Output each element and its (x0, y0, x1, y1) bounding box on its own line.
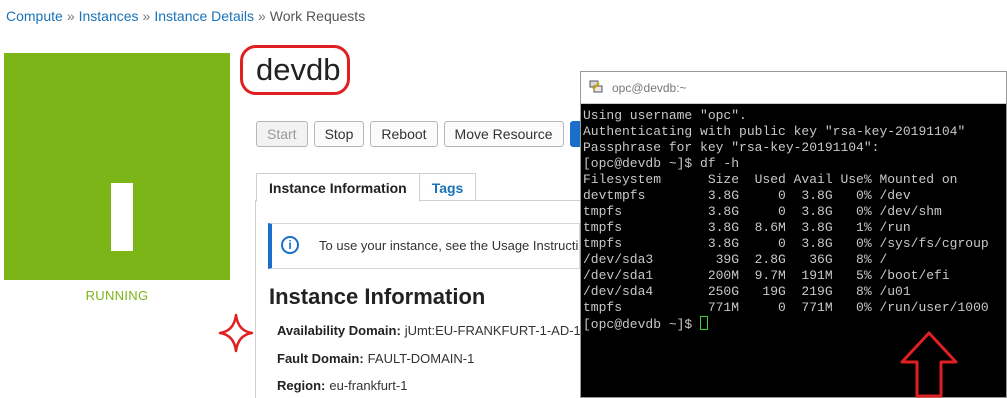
usage-info-banner: i To use your instance, see the Usage In… (268, 223, 580, 269)
breadcrumb-separator: » (66, 8, 75, 24)
breadcrumb-separator: » (142, 8, 151, 24)
tab-tags[interactable]: Tags (418, 173, 477, 201)
region-field: Region: eu-frankfurt-1 (277, 378, 407, 393)
page-title: devdb (256, 52, 341, 87)
annotation-star-icon (218, 313, 254, 353)
terminal-line: tmpfs 771M 0 771M 0% /run/user/1000 (583, 300, 989, 315)
terminal-line: /dev/sda4 250G 19G 219G 8% /u01 (583, 284, 911, 299)
info-icon: i (281, 236, 299, 254)
start-button[interactable]: Start (256, 121, 308, 147)
terminal-titlebar[interactable]: opc@devdb:~ (581, 72, 1006, 104)
instance-status-tile (4, 53, 230, 280)
terminal-line: tmpfs 3.8G 0 3.8G 0% /sys/fs/cgroup (583, 236, 989, 251)
terminal-line: devtmpfs 3.8G 0 3.8G 0% /dev (583, 188, 911, 203)
info-banner-text: To use your instance, see the Usage Inst… (319, 238, 580, 253)
availability-domain-label: Availability Domain: (277, 323, 401, 338)
terminal-line: tmpfs 3.8G 0 3.8G 0% /dev/shm (583, 204, 942, 219)
breadcrumb: Compute» Instances» Instance Details» Work … (6, 8, 365, 24)
terminal-prompt: [opc@devdb ~]$ (583, 317, 701, 332)
terminal-line: Passphrase for key "rsa-key-20191104": (583, 140, 880, 155)
fault-domain-field: Fault Domain: FAULT-DOMAIN-1 (277, 351, 474, 366)
breadcrumb-separator: » (257, 8, 266, 24)
detail-tabs: Instance Information Tags (256, 173, 477, 202)
availability-domain-field: Availability Domain: jUmt:EU-FRANKFURT-1-… (277, 323, 581, 338)
breadcrumb-instances[interactable]: Instances (79, 8, 139, 24)
fault-domain-label: Fault Domain: (277, 351, 364, 366)
move-resource-button[interactable]: Move Resource (443, 121, 564, 147)
terminal-line: [opc@devdb ~]$ df -h (583, 156, 740, 171)
terminal-title: opc@devdb:~ (612, 81, 687, 95)
terminal-line: Using username "opc". (583, 108, 747, 123)
tab-instance-information[interactable]: Instance Information (256, 173, 420, 202)
breadcrumb-instance-details[interactable]: Instance Details (154, 8, 254, 24)
region-label: Region: (277, 378, 326, 393)
section-title: Instance Information (269, 284, 486, 309)
reboot-button[interactable]: Reboot (370, 121, 438, 147)
terminal-line: /dev/sda3 39G 2.8G 36G 8% / (583, 252, 888, 267)
stop-button[interactable]: Stop (313, 121, 365, 147)
fault-domain-value: FAULT-DOMAIN-1 (367, 351, 475, 366)
annotation-arrow-up-icon (900, 331, 958, 398)
instance-status-label: RUNNING (85, 288, 149, 303)
breadcrumb-current: Work Requests (269, 8, 366, 24)
putty-icon (589, 80, 603, 93)
terminal-line: Filesystem Size Used Avail Use% Mounted … (583, 172, 958, 187)
availability-domain-value: jUmt:EU-FRANKFURT-1-AD-1 (404, 323, 581, 338)
terminal-line: tmpfs 3.8G 8.6M 3.8G 1% /run (583, 220, 911, 235)
action-toolbar: Start Stop Reboot Move Resource Apply (256, 121, 627, 147)
instance-icon (111, 183, 133, 251)
terminal-line: /dev/sda1 200M 9.7M 191M 5% /boot/efi (583, 268, 950, 283)
terminal-output[interactable]: Using username "opc". Authenticating with… (583, 108, 989, 333)
terminal-line: Authenticating with public key "rsa-key-… (583, 124, 966, 139)
terminal-cursor (700, 316, 709, 330)
region-value: eu-frankfurt-1 (329, 378, 408, 393)
breadcrumb-compute[interactable]: Compute (6, 8, 63, 24)
